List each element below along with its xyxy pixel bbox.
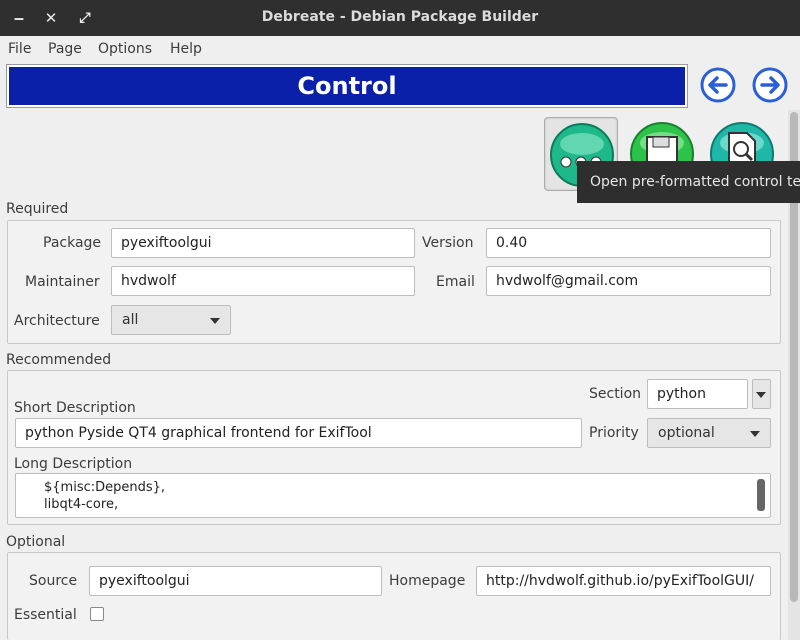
long-description-line: libqt4-core,	[44, 497, 119, 512]
long-description-line: ${misc:Depends},	[44, 480, 166, 495]
section-input[interactable]: python	[647, 379, 748, 409]
section-dropdown-button[interactable]	[752, 379, 771, 409]
arrow-right-icon	[752, 67, 788, 103]
menu-help[interactable]: Help	[170, 41, 202, 57]
menu-page[interactable]: Page	[48, 41, 82, 57]
maintainer-input[interactable]: hvdwolf	[111, 266, 415, 296]
architecture-value: all	[122, 312, 139, 328]
page-title-banner: Control	[6, 64, 688, 108]
short-description-label: Short Description	[14, 400, 136, 416]
section-label: Section	[589, 386, 642, 402]
menu-bar: File Page Options Help	[0, 36, 800, 62]
window-title: Debreate - Debian Package Builder	[261, 9, 539, 25]
architecture-select[interactable]: all	[111, 305, 231, 335]
package-label: Package	[43, 235, 102, 251]
email-input[interactable]: hvdwolf@gmail.com	[486, 266, 771, 296]
source-label: Source	[29, 573, 78, 589]
previous-page-button[interactable]	[700, 67, 736, 103]
chevron-down-icon	[750, 431, 760, 437]
short-description-input[interactable]: python Pyside QT4 graphical frontend for…	[15, 418, 582, 448]
version-input[interactable]: 0.40	[486, 228, 771, 258]
source-input[interactable]: pyexiftoolgui	[89, 566, 382, 596]
architecture-label: Architecture	[14, 313, 100, 329]
menu-file[interactable]: File	[8, 41, 31, 57]
package-input[interactable]: pyexiftoolgui	[111, 228, 415, 258]
version-label: Version	[422, 235, 474, 251]
menu-options[interactable]: Options	[98, 41, 152, 57]
optional-group-label: Optional	[6, 534, 66, 550]
arrow-left-icon	[700, 67, 736, 103]
email-label: Email	[436, 274, 475, 290]
recommended-group-label: Recommended	[6, 352, 112, 368]
maintainer-label: Maintainer	[25, 274, 100, 290]
essential-checkbox[interactable]	[90, 607, 104, 621]
priority-select[interactable]: optional	[647, 418, 771, 448]
priority-value: optional	[658, 425, 715, 441]
homepage-input[interactable]: http://hvdwolf.github.io/pyExifToolGUI/	[476, 566, 771, 596]
chevron-down-icon	[756, 392, 766, 398]
textarea-scrollbar-thumb[interactable]	[757, 479, 765, 511]
homepage-label: Homepage	[389, 573, 466, 589]
tooltip: Open pre-formatted control te	[577, 161, 800, 203]
priority-label: Priority	[589, 425, 639, 441]
essential-label: Essential	[14, 607, 77, 623]
next-page-button[interactable]	[752, 67, 788, 103]
long-description-textarea[interactable]: ${misc:Depends}, libqt4-core,	[15, 473, 771, 518]
long-description-label: Long Description	[14, 456, 133, 472]
title-bar: ‒ ✕ ⤢ Debreate - Debian Package Builder	[0, 0, 800, 36]
required-group-label: Required	[6, 201, 69, 217]
chevron-down-icon	[210, 318, 220, 324]
